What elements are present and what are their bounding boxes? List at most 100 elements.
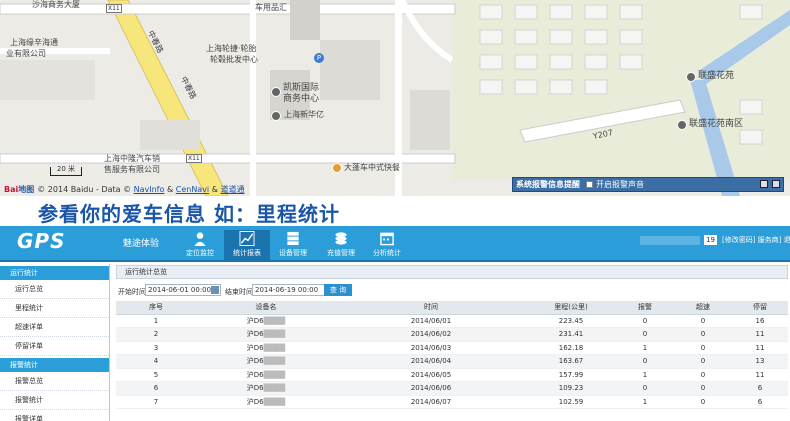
parking-icon[interactable]: P: [314, 53, 324, 63]
nav-analysis-stat[interactable]: 分析统计: [364, 230, 410, 260]
device-name: 沪D6: [246, 343, 264, 352]
maximize-icon[interactable]: [772, 180, 780, 188]
navinfo-link[interactable]: NavInfo: [134, 185, 165, 194]
map-label: 沙海商务大厦: [32, 0, 80, 9]
map-view[interactable]: 沙海商务大厦 X11 车用品汇 上海缘辛海通 业有限公司 上海轮捷·轮胎 轮毂批…: [0, 0, 790, 196]
cell-alarm: 1: [616, 341, 674, 355]
cell-overspeed: 0: [674, 327, 732, 342]
cell-stay: 16: [732, 314, 788, 328]
calendar-icon: [380, 232, 394, 246]
daodaotong-link[interactable]: 道道通: [221, 184, 245, 195]
cell-overspeed: 0: [674, 381, 732, 396]
cell-mileage: 109.23: [526, 381, 616, 396]
alarm-sound-checkbox[interactable]: [586, 181, 593, 188]
header-links[interactable]: [修改密码] 服务商] 退出: [722, 235, 790, 245]
sidebar: 运行统计 运行总览 里程统计 超速详单 停留详单 报警统计 报警总览 报警统计 …: [0, 264, 110, 421]
map-label: 联盛花苑南区: [689, 119, 744, 129]
road-shield: X11: [106, 4, 122, 13]
nav-label: 充值管理: [327, 249, 355, 257]
nav-label: 设备管理: [279, 249, 307, 257]
col-header-device[interactable]: 设备名: [196, 301, 336, 315]
restaurant-icon[interactable]: [332, 163, 342, 173]
map-label: 凯斯国际: [283, 83, 320, 93]
map-label: 车用品汇: [255, 3, 287, 12]
cell-index: 4: [116, 354, 196, 369]
cell-stay: 11: [732, 368, 788, 382]
cell-overspeed: 0: [674, 368, 732, 382]
map-copyright: Bai地图 © 2014 Baidu - Data © NavInfo & Ce…: [0, 183, 245, 195]
col-header-alarm[interactable]: 报警: [616, 301, 674, 315]
cell-index: 3: [116, 341, 196, 355]
chart-icon: [239, 231, 255, 246]
cell-mileage: 162.18: [526, 341, 616, 355]
device-name: 沪D6: [246, 330, 264, 339]
sidebar-group-alarm-stat[interactable]: 报警统计: [0, 358, 109, 372]
cell-mileage: 102.59: [526, 395, 616, 409]
nav-stat-reports[interactable]: 统计报表: [224, 230, 270, 260]
cell-stay: 6: [732, 395, 788, 409]
device-name: 沪D6: [246, 384, 264, 393]
cell-time: 2014/06/01: [336, 314, 526, 328]
sidebar-item-overspeed[interactable]: 超速详单: [0, 318, 109, 337]
table-row[interactable]: 6 沪D6████ 2014/06/06 109.23 0 0 6: [116, 381, 788, 396]
sidebar-item-alarm-stat[interactable]: 报警统计: [0, 391, 109, 410]
cell-index: 2: [116, 327, 196, 342]
promo-banner: 参看你的爱车信息 如：里程统计: [0, 196, 790, 226]
sidebar-item-alarm-overview[interactable]: 报警总览: [0, 372, 109, 391]
end-time-input[interactable]: [252, 284, 328, 296]
cell-stay: 6: [732, 381, 788, 396]
coins-icon: [335, 232, 347, 245]
map-label: 大蓬车中式快餐: [344, 163, 400, 172]
col-header-time[interactable]: 时间: [336, 301, 526, 315]
filter-bar: 开始时间: 结束时间: 查 询: [113, 283, 790, 301]
table-row[interactable]: 4 沪D6████ 2014/06/04 163.67 0 0 13: [116, 354, 788, 369]
table-row[interactable]: 5 沪D6████ 2014/06/05 157.99 1 0 11: [116, 368, 788, 382]
cell-device: 沪D6████: [196, 354, 336, 369]
cell-index: 5: [116, 368, 196, 382]
poi-marker[interactable]: [271, 87, 281, 97]
col-header-index[interactable]: 序号: [116, 301, 196, 315]
cell-time: 2014/06/02: [336, 327, 526, 342]
cell-stay: 11: [732, 341, 788, 355]
user-info: [640, 236, 700, 245]
minimize-icon[interactable]: [760, 180, 768, 188]
nav-location-monitor[interactable]: 定位监控: [177, 230, 223, 260]
table-row[interactable]: 2 沪D6████ 2014/06/02 231.41 0 0 11: [116, 327, 788, 342]
cell-alarm: 0: [616, 381, 674, 396]
nav-device-manage[interactable]: 设备管理: [270, 230, 316, 260]
cell-mileage: 157.99: [526, 368, 616, 382]
amp-text: &: [166, 184, 174, 194]
calendar-icon[interactable]: [211, 286, 219, 294]
panel-title: 运行统计总览: [116, 265, 788, 279]
sidebar-item-stay[interactable]: 停留详单: [0, 337, 109, 356]
col-header-overspeed[interactable]: 超速: [674, 301, 732, 315]
poi-marker[interactable]: [686, 72, 696, 82]
sidebar-item-alarm-detail[interactable]: 报警详单: [0, 410, 109, 421]
query-button[interactable]: 查 询: [324, 284, 352, 296]
cell-time: 2014/06/07: [336, 395, 526, 409]
map-scale: 20 米: [50, 166, 82, 176]
col-header-stay[interactable]: 停留: [732, 301, 788, 315]
col-header-mileage[interactable]: 里程(公里): [526, 301, 616, 315]
sidebar-item-run-overview[interactable]: 运行总览: [0, 280, 109, 299]
device-name: 沪D6: [246, 316, 264, 325]
sidebar-group-run-stat[interactable]: 运行统计: [0, 266, 109, 280]
sidebar-item-mileage[interactable]: 里程统计: [0, 299, 109, 318]
app-logo: GPS: [17, 229, 66, 253]
cell-index: 1: [116, 314, 196, 328]
table-row[interactable]: 1 沪D6████ 2014/06/01 223.45 0 0 16: [116, 314, 788, 328]
nav-label: 分析统计: [373, 249, 401, 257]
end-time-label: 结束时间:: [225, 288, 256, 296]
table-row[interactable]: 3 沪D6████ 2014/06/03 162.18 1 0 11: [116, 341, 788, 355]
start-time-input[interactable]: [145, 284, 221, 296]
amp-text: &: [211, 184, 218, 194]
device-name: 沪D6: [246, 357, 264, 366]
table-row[interactable]: 7 沪D6████ 2014/06/07 102.59 1 0 6: [116, 395, 788, 409]
poi-marker[interactable]: [271, 111, 281, 121]
cell-alarm: 0: [616, 314, 674, 328]
alarm-title: 系统报警信息提醒: [516, 180, 580, 189]
cell-mileage: 223.45: [526, 314, 616, 328]
poi-marker[interactable]: [677, 120, 687, 130]
nav-recharge-manage[interactable]: 充值管理: [318, 230, 364, 260]
cennavi-link[interactable]: CenNavi: [176, 185, 209, 194]
